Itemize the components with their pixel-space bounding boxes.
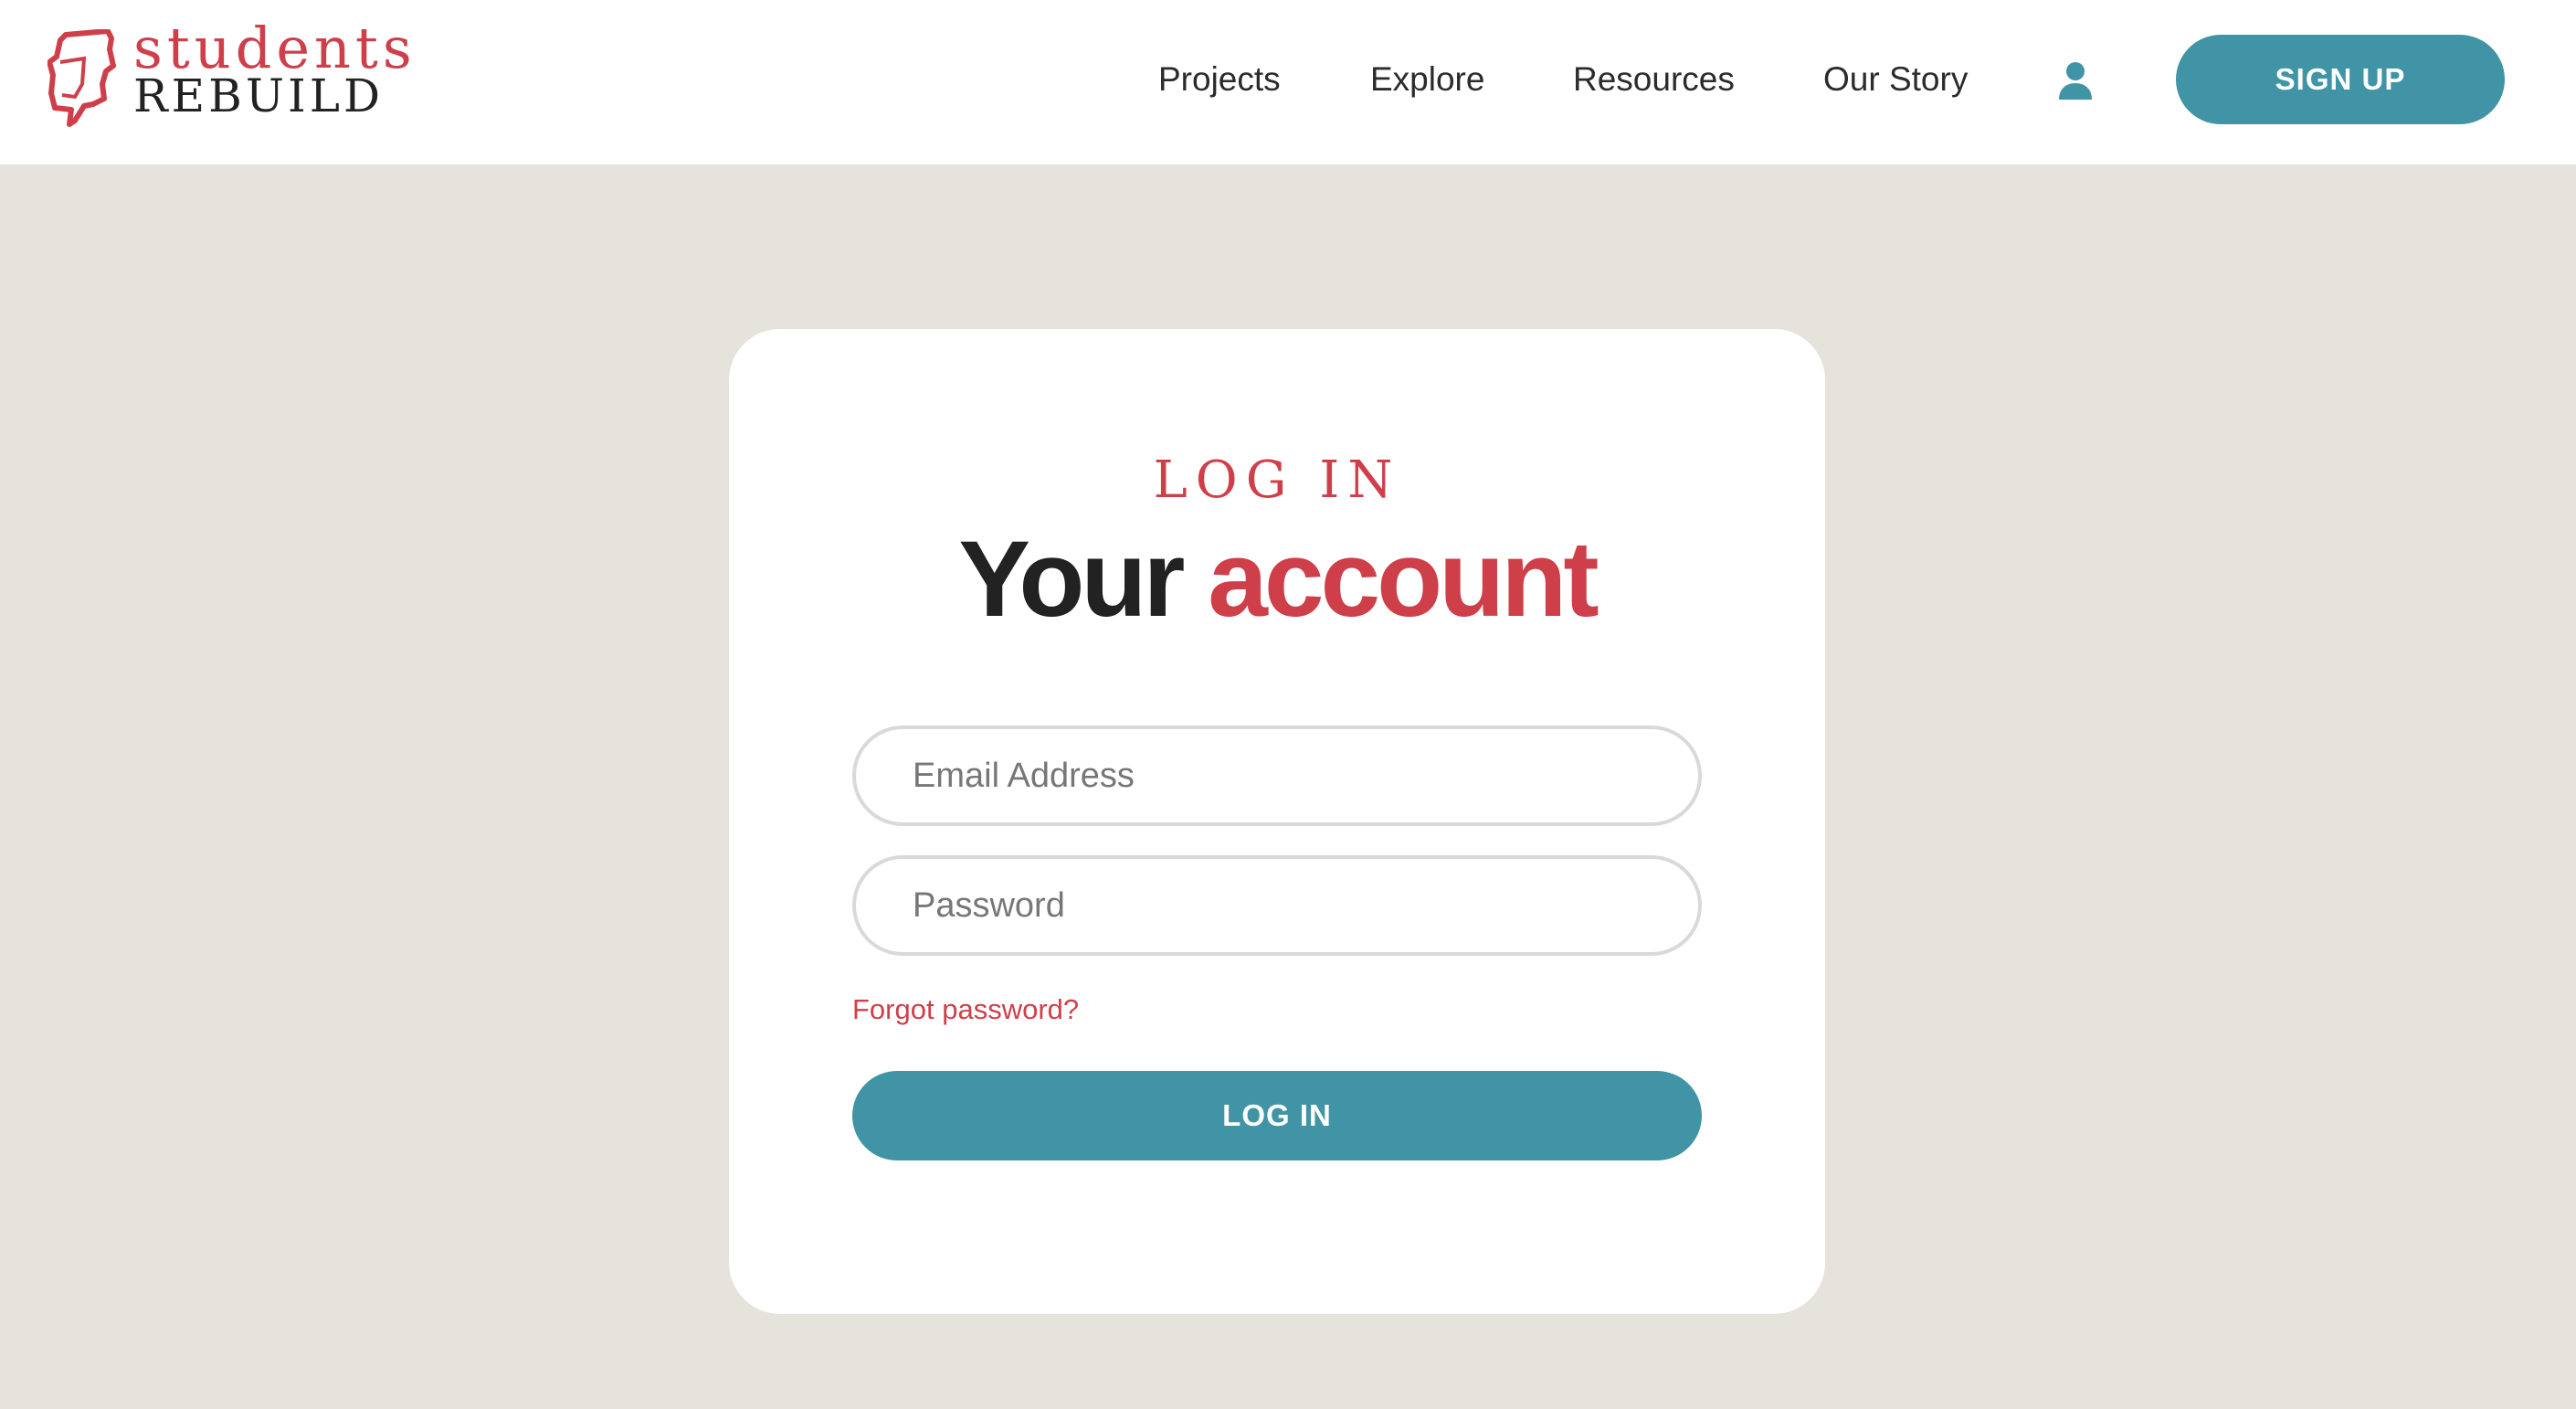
page-title: Your account <box>729 519 1825 640</box>
login-card: LOG IN Your account Forgot password? LOG… <box>729 329 1825 1314</box>
logo-text-rebuild: REBUILD <box>133 69 385 122</box>
nav-our-story[interactable]: Our Story <box>1823 57 1968 102</box>
site-header: students REBUILD Projects Explore Resour… <box>0 0 2576 164</box>
logo-text-students: students <box>133 15 417 81</box>
nav-projects[interactable]: Projects <box>1158 57 1281 102</box>
password-field[interactable] <box>852 855 1702 956</box>
nav-explore[interactable]: Explore <box>1370 57 1484 102</box>
nav-resources[interactable]: Resources <box>1573 57 1735 102</box>
email-field[interactable] <box>852 726 1702 826</box>
title-your: Your <box>958 519 1185 640</box>
log-in-button[interactable]: LOG IN <box>852 1071 1702 1160</box>
torn-square-logo-icon <box>48 29 116 127</box>
students-rebuild-logo[interactable]: students REBUILD <box>48 20 431 132</box>
sign-up-button[interactable]: SIGN UP <box>2176 35 2505 124</box>
login-eyebrow: LOG IN <box>1153 450 1401 510</box>
title-account: account <box>1208 519 1599 640</box>
user-icon[interactable] <box>2057 61 2094 101</box>
forgot-password-link[interactable]: Forgot password? <box>852 992 1079 1026</box>
